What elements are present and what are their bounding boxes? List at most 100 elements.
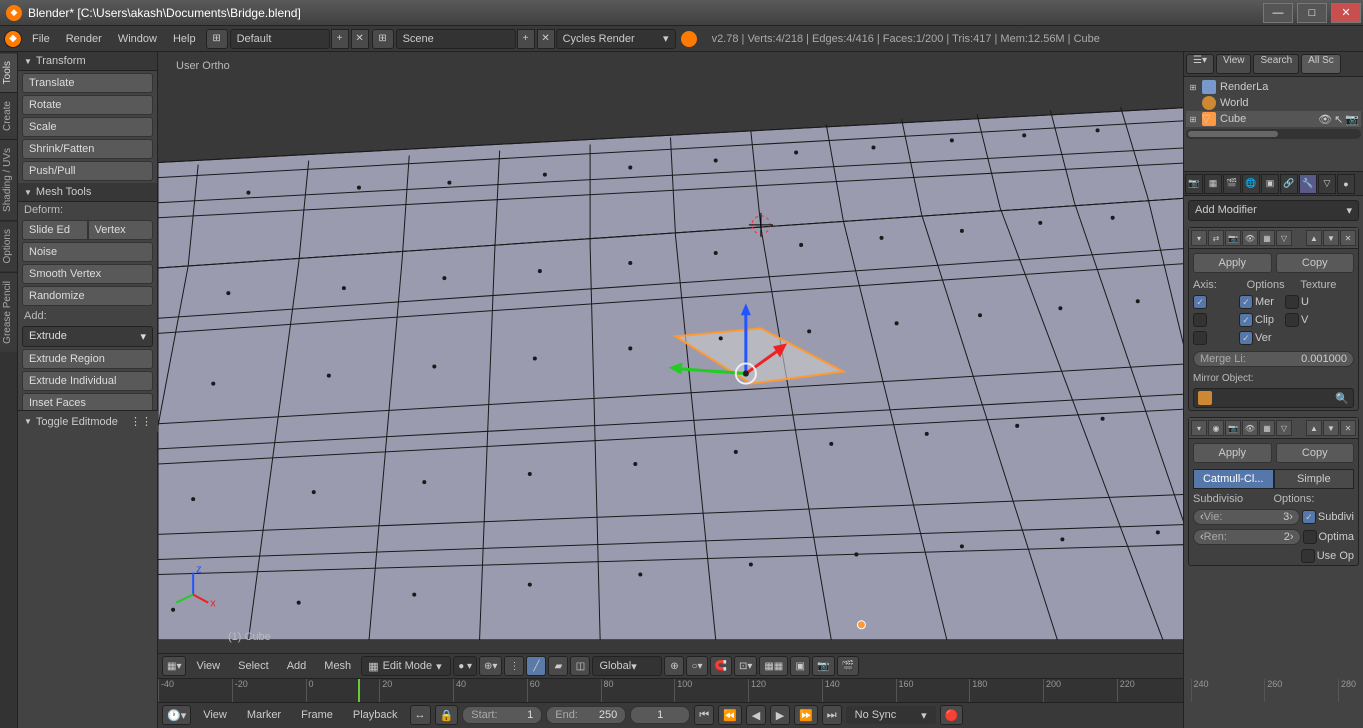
sync-mode-select[interactable]: No Sync▾ xyxy=(846,706,936,724)
mod-movedown-icon[interactable]: ▼ xyxy=(1323,230,1339,246)
outliner-item-renderlayers[interactable]: ⊞RenderLa xyxy=(1186,79,1361,95)
push-pull-button[interactable]: Push/Pull xyxy=(22,161,153,181)
tab-create[interactable]: Create xyxy=(0,92,17,139)
start-frame-field[interactable]: Start:1 xyxy=(462,706,542,724)
mod-delete-icon[interactable]: ✕ xyxy=(1340,230,1356,246)
subdiv-uvs-checkbox[interactable]: ✓ xyxy=(1302,510,1316,524)
tl-marker-menu[interactable]: Marker xyxy=(239,709,289,721)
tab-options[interactable]: Options xyxy=(0,220,17,271)
meshtools-section-header[interactable]: Mesh Tools xyxy=(18,183,157,202)
outliner[interactable]: ⊞RenderLa World ⊞▽Cube👁↖📷 xyxy=(1184,77,1363,172)
window-maximize-button[interactable]: □ xyxy=(1297,3,1327,23)
simple-toggle[interactable]: Simple xyxy=(1274,469,1355,489)
editor-type-icon[interactable]: ▦▾ xyxy=(162,656,186,676)
mirror-apply-button[interactable]: Apply xyxy=(1193,253,1272,273)
jump-start-icon[interactable]: ⏮ xyxy=(694,705,714,725)
last-operator-panel[interactable]: Toggle Editmode ⋮⋮ xyxy=(18,410,158,432)
opengl-render-icon[interactable]: 📷 xyxy=(812,656,834,676)
snap-type-icon[interactable]: ⊡▾ xyxy=(734,656,757,676)
mod2-expand-icon[interactable]: ▾ xyxy=(1191,420,1207,436)
props-render-icon[interactable]: 📷 xyxy=(1185,174,1203,194)
timeline-editor-type-icon[interactable]: 🕐▾ xyxy=(162,705,191,725)
props-data-icon[interactable]: ▽ xyxy=(1318,174,1336,194)
render-subdiv-field[interactable]: ‹Ren:2› xyxy=(1193,529,1301,545)
noise-button[interactable]: Noise xyxy=(22,242,153,262)
eye-icon[interactable]: 👁 xyxy=(1318,113,1332,126)
tl-lock-icon[interactable]: 🔒 xyxy=(435,705,459,725)
file-menu[interactable]: File xyxy=(24,33,58,45)
vp-mesh-menu[interactable]: Mesh xyxy=(316,660,359,672)
extrude-individual-button[interactable]: Extrude Individual xyxy=(22,371,153,391)
rotate-button[interactable]: Rotate xyxy=(22,95,153,115)
extrude-dropdown[interactable]: Extrude▾ xyxy=(22,326,153,347)
props-modifiers-icon[interactable]: 🔧 xyxy=(1299,174,1317,194)
orientation-select[interactable]: Global ▾ xyxy=(592,656,662,676)
3d-viewport[interactable]: z x User Ortho (1) Cube xyxy=(158,52,1183,653)
mirror-object-field[interactable]: 🔍 xyxy=(1193,388,1354,408)
face-select-icon[interactable]: ▰ xyxy=(548,656,568,676)
play-reverse-icon[interactable]: ◀ xyxy=(746,705,766,725)
mode-select[interactable]: ▦ Edit Mode▾ xyxy=(361,656,451,676)
mirror-tex-u-checkbox[interactable] xyxy=(1285,295,1299,309)
smooth-vertex-button[interactable]: Smooth Vertex xyxy=(22,264,153,284)
limit-selection-icon[interactable]: ◫ xyxy=(570,656,590,676)
tab-grease-pencil[interactable]: Grease Pencil xyxy=(0,272,17,352)
snap-icon[interactable]: 🧲 xyxy=(710,656,732,676)
translate-button[interactable]: Translate xyxy=(22,73,153,93)
timeline-cursor[interactable] xyxy=(358,679,360,702)
mod-moveup-icon[interactable]: ▲ xyxy=(1306,230,1322,246)
tab-shading-uvs[interactable]: Shading / UVs xyxy=(0,139,17,220)
scene-add-button[interactable]: + xyxy=(517,29,535,49)
play-icon[interactable]: ▶ xyxy=(770,705,790,725)
subsurf-apply-button[interactable]: Apply xyxy=(1193,443,1272,463)
merge-limit-field[interactable]: Merge Li:0.001000 xyxy=(1193,351,1354,367)
mirror-x-checkbox[interactable]: ✓ xyxy=(1193,295,1207,309)
pivot-icon[interactable]: ⊕▾ xyxy=(479,656,502,676)
end-frame-field[interactable]: End:250 xyxy=(546,706,626,724)
outliner-item-world[interactable]: World xyxy=(1186,95,1361,111)
props-scene-icon[interactable]: 🎬 xyxy=(1223,174,1241,194)
cursor-icon[interactable]: ↖ xyxy=(1334,113,1343,126)
mod2-display-icon[interactable]: 👁 xyxy=(1242,420,1258,436)
tl-view-menu[interactable]: View xyxy=(195,709,235,721)
tl-playback-menu[interactable]: Playback xyxy=(345,709,406,721)
window-close-button[interactable]: ✕ xyxy=(1331,3,1361,23)
outliner-scrollbar[interactable] xyxy=(1186,129,1361,139)
window-menu[interactable]: Window xyxy=(110,33,165,45)
keyframe-next-icon[interactable]: ⏩ xyxy=(794,705,818,725)
props-material-icon[interactable]: ● xyxy=(1337,174,1355,194)
window-minimize-button[interactable]: — xyxy=(1263,3,1293,23)
view-subdiv-field[interactable]: ‹Vie:3› xyxy=(1193,509,1300,525)
edge-select-icon[interactable]: ╱ xyxy=(526,656,546,676)
render-menu[interactable]: Render xyxy=(58,33,110,45)
scene-delete-button[interactable]: ✕ xyxy=(537,29,555,49)
vertex-select-icon[interactable]: ⋮ xyxy=(504,656,524,676)
mirror-vgroup-checkbox[interactable]: ✓ xyxy=(1239,331,1253,345)
screen-layout-browse-icon[interactable]: ⊞ xyxy=(206,29,228,49)
render-preview-icon[interactable]: ▣ xyxy=(790,656,810,676)
opengl-anim-icon[interactable]: 🎬 xyxy=(837,656,859,676)
mod-cage-icon[interactable]: ▽ xyxy=(1276,230,1292,246)
add-modifier-dropdown[interactable]: Add Modifier▾ xyxy=(1188,200,1359,221)
manipulator-toggle-icon[interactable]: ⊕ xyxy=(664,656,684,676)
vp-add-menu[interactable]: Add xyxy=(279,660,315,672)
mod2-cage-icon[interactable]: ▽ xyxy=(1276,420,1292,436)
jump-end-icon[interactable]: ⏭ xyxy=(822,705,842,725)
layers-icon[interactable]: ▦▦ xyxy=(759,656,788,676)
shading-mode-icon[interactable]: ● ▾ xyxy=(453,656,477,676)
mod2-moveup-icon[interactable]: ▲ xyxy=(1306,420,1322,436)
props-world-icon[interactable]: 🌐 xyxy=(1242,174,1260,194)
props-constraints-icon[interactable]: 🔗 xyxy=(1280,174,1298,194)
transform-section-header[interactable]: Transform xyxy=(18,52,157,71)
mirror-tex-v-checkbox[interactable] xyxy=(1285,313,1299,327)
mirror-z-checkbox[interactable] xyxy=(1193,331,1207,345)
subsurf-copy-button[interactable]: Copy xyxy=(1276,443,1355,463)
mirror-copy-button[interactable]: Copy xyxy=(1276,253,1355,273)
layout-delete-button[interactable]: ✕ xyxy=(351,29,369,49)
slide-vertex-button[interactable]: Vertex xyxy=(88,220,154,240)
proportional-edit-icon[interactable]: ○▾ xyxy=(686,656,707,676)
tl-range-icon[interactable]: ↔ xyxy=(410,705,431,725)
props-renderlayers-icon[interactable]: ▦ xyxy=(1204,174,1222,194)
current-frame-field[interactable]: 1 xyxy=(630,706,690,724)
scale-button[interactable]: Scale xyxy=(22,117,153,137)
